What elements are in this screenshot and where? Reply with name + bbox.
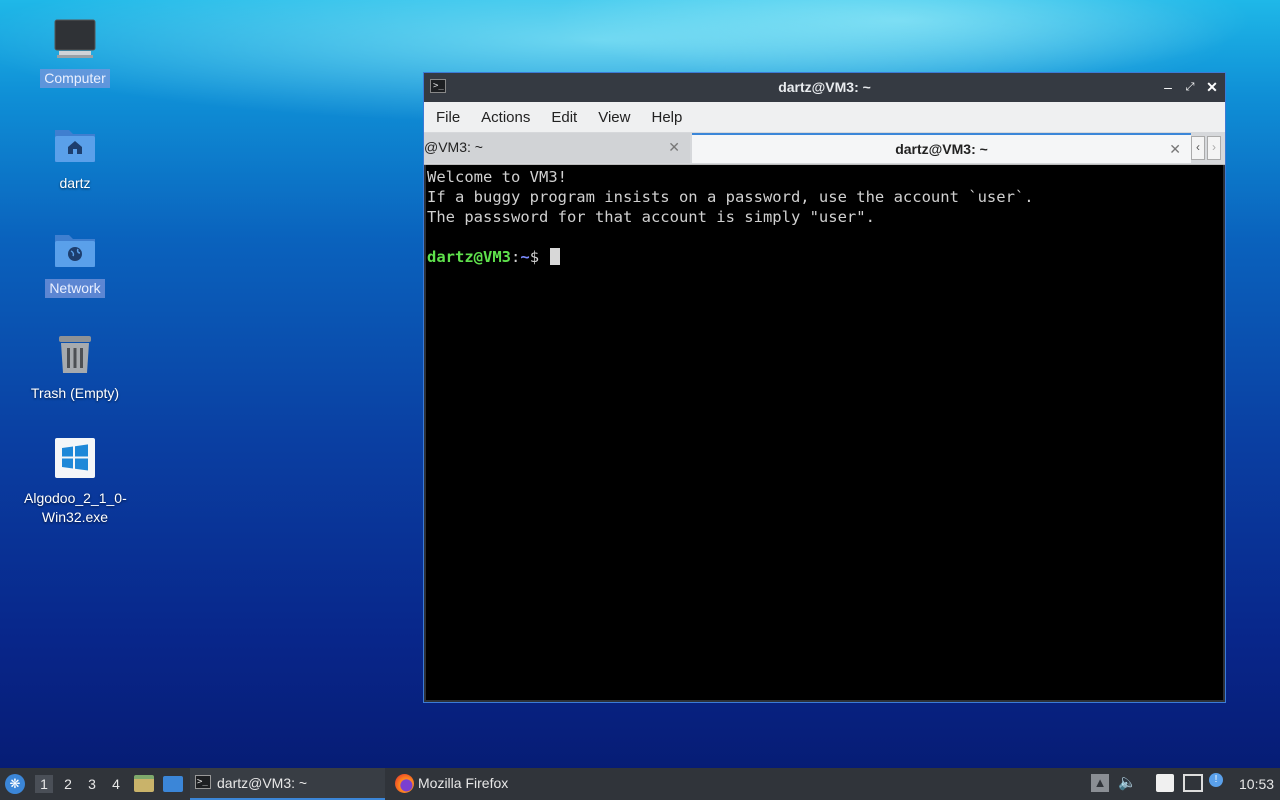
- window-titlebar[interactable]: >_ dartz@VM3: ~ – ⤢ ✕: [424, 73, 1225, 102]
- network-status-icon[interactable]: [1183, 774, 1203, 792]
- tab-scroll-right-button[interactable]: ›: [1207, 136, 1221, 160]
- close-button[interactable]: ✕: [1203, 77, 1221, 97]
- desktop-icon-network[interactable]: Network: [20, 227, 130, 298]
- desktop-icon-algodoo-exe[interactable]: Algodoo_2_1_0- Win32.exe: [20, 437, 130, 527]
- window-title: dartz@VM3: ~: [778, 79, 871, 95]
- desktop-icon-label: dartz: [59, 175, 91, 191]
- tab-label: dartz@VM3: ~: [895, 141, 988, 157]
- workspace-1[interactable]: 1: [35, 775, 53, 793]
- menu-edit[interactable]: Edit: [543, 109, 590, 126]
- console-line: If a buggy program insists on a password…: [427, 188, 1034, 206]
- tab-scroll-left-button[interactable]: ‹: [1191, 136, 1205, 160]
- taskbar: ❋ 1 2 3 4 >_ dartz@VM3: ~ Mozilla Firefo…: [0, 768, 1280, 800]
- show-desktop-icon[interactable]: [163, 776, 183, 792]
- prompt-separator: :: [511, 248, 521, 266]
- windows-exe-icon: [51, 437, 99, 485]
- desktop-icon-label: Algodoo_2_1_0-: [24, 490, 127, 506]
- task-label: Mozilla Firefox: [418, 775, 509, 791]
- menu-actions[interactable]: Actions: [473, 109, 543, 126]
- menu-help[interactable]: Help: [643, 109, 695, 126]
- desktop-icon-label: Trash (Empty): [30, 385, 120, 401]
- desktop-icon-label: Network: [45, 279, 105, 298]
- clipboard-icon[interactable]: [1156, 774, 1174, 792]
- task-terminal[interactable]: >_ dartz@VM3: ~: [190, 768, 385, 800]
- eject-icon[interactable]: ▲: [1091, 774, 1109, 792]
- prompt-symbol: $: [529, 248, 540, 266]
- monitor-icon: [51, 17, 99, 65]
- console-line: Welcome to VM3!: [427, 168, 567, 186]
- workspace-2[interactable]: 2: [59, 775, 77, 793]
- tab-active[interactable]: dartz@VM3: ~ ✕: [692, 133, 1191, 163]
- desktop-icon-label: Computer: [40, 69, 110, 88]
- network-folder-icon: [51, 227, 99, 275]
- desktop-icon-home[interactable]: dartz: [20, 122, 130, 193]
- task-label: dartz@VM3: ~: [217, 775, 308, 791]
- desktop-icon-trash[interactable]: Trash (Empty): [20, 332, 130, 403]
- prompt-path: ~: [520, 248, 530, 266]
- menu-bar: File Actions Edit View Help: [424, 102, 1225, 132]
- workspace-3[interactable]: 3: [83, 775, 101, 793]
- terminal-console[interactable]: Welcome to VM3! If a buggy program insis…: [426, 165, 1223, 700]
- tab-label: @VM3: ~: [424, 139, 483, 155]
- task-firefox[interactable]: Mozilla Firefox: [392, 768, 592, 798]
- start-menu-icon[interactable]: ❋: [5, 774, 25, 794]
- console-line: The passsword for that account is simply…: [427, 208, 875, 226]
- desktop-icon-label-line2: Win32.exe: [41, 509, 109, 525]
- trash-icon: [51, 332, 99, 380]
- file-manager-icon[interactable]: [134, 775, 154, 792]
- menu-file[interactable]: File: [428, 109, 473, 126]
- minimize-button[interactable]: –: [1159, 77, 1177, 97]
- firefox-icon: [395, 774, 414, 793]
- tab-close-icon[interactable]: ✕: [668, 133, 680, 162]
- tab-bar: @VM3: ~ ✕ dartz@VM3: ~ ✕ ‹ ›: [424, 132, 1225, 165]
- clock[interactable]: 10:53: [1239, 768, 1274, 800]
- terminal-window[interactable]: >_ dartz@VM3: ~ – ⤢ ✕ File Actions Edit …: [423, 72, 1226, 703]
- notification-icon[interactable]: !: [1209, 773, 1223, 787]
- menu-view[interactable]: View: [590, 109, 643, 126]
- volume-icon[interactable]: 🔈: [1118, 774, 1137, 792]
- tab-close-icon[interactable]: ✕: [1169, 135, 1181, 164]
- desktop-icon-computer[interactable]: Computer: [20, 17, 130, 88]
- prompt-user-host: dartz@VM3: [427, 248, 511, 266]
- text-cursor: [550, 248, 561, 265]
- maximize-button[interactable]: ⤢: [1181, 77, 1199, 97]
- terminal-icon: >_: [195, 775, 211, 789]
- home-folder-icon: [51, 122, 99, 170]
- tab-inactive[interactable]: @VM3: ~ ✕: [424, 133, 690, 163]
- workspace-4[interactable]: 4: [107, 775, 125, 793]
